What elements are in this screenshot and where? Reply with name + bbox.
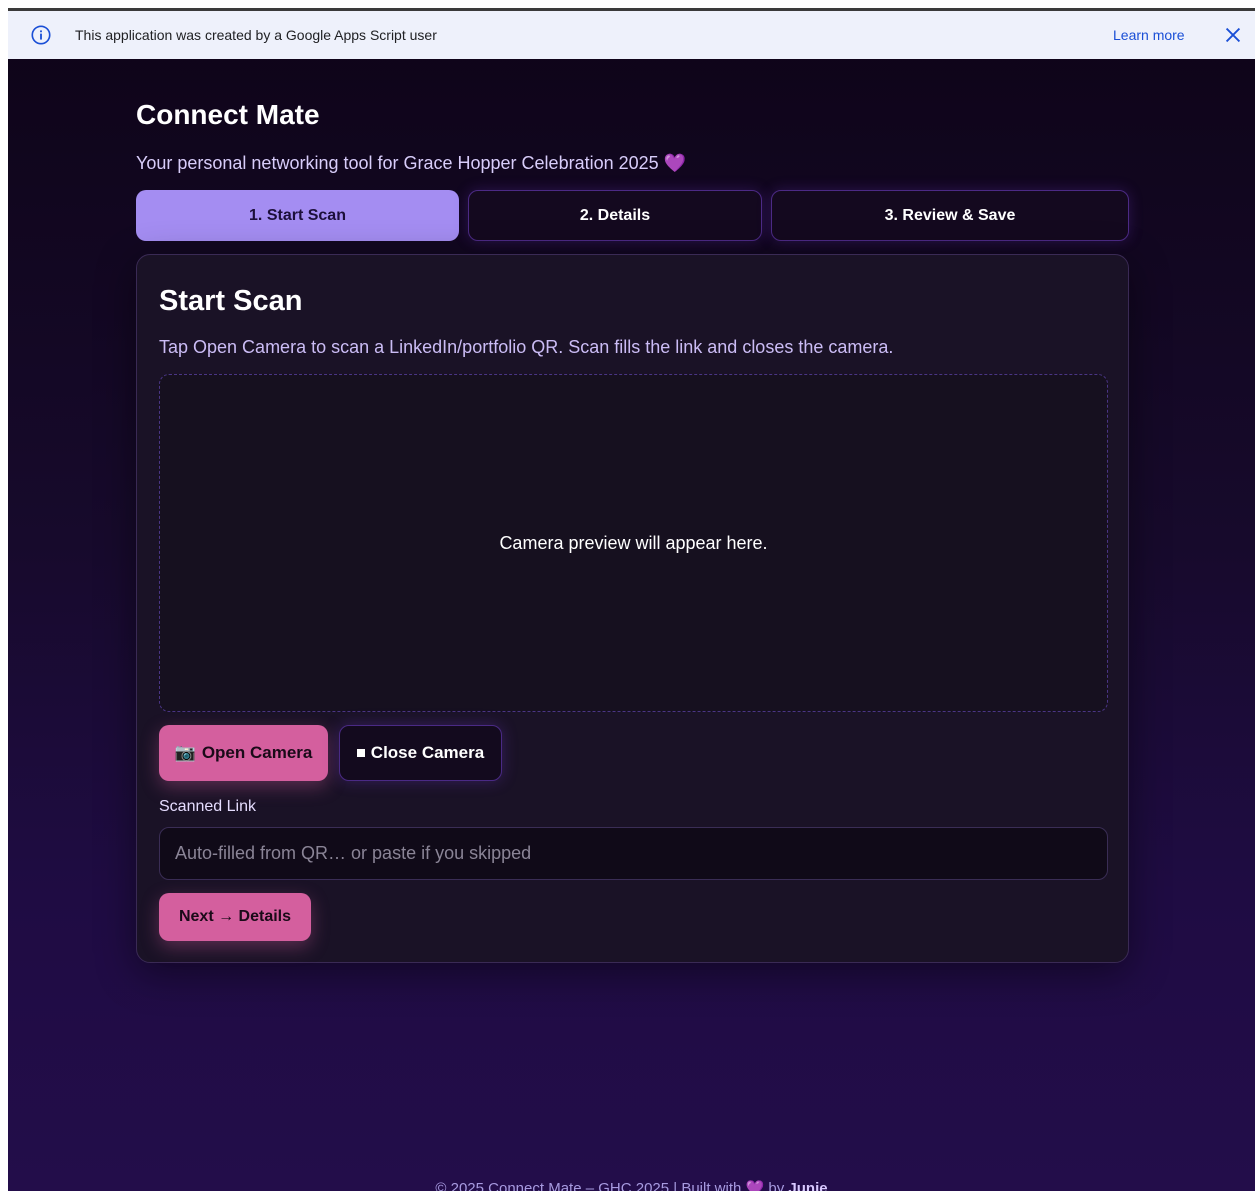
author-link[interactable]: Junie bbox=[788, 1180, 827, 1191]
close-camera-button[interactable]: Close Camera bbox=[339, 725, 502, 781]
scanned-link-input[interactable] bbox=[159, 827, 1108, 880]
app-subtitle: Your personal networking tool for Grace … bbox=[136, 153, 686, 174]
purple-heart-icon: 💜 bbox=[663, 153, 687, 173]
scanned-link-label: Scanned Link bbox=[159, 798, 256, 815]
footer-text: © 2025 Connect Mate – GHC 2025 | Built w… bbox=[435, 1180, 742, 1191]
card-description: Tap Open Camera to scan a LinkedIn/portf… bbox=[159, 337, 894, 357]
tab-start-scan[interactable]: 1. Start Scan bbox=[136, 190, 459, 241]
camera-preview-text: Camera preview will appear here. bbox=[499, 532, 768, 553]
tab-details[interactable]: 2. Details bbox=[468, 190, 762, 241]
camera-preview: Camera preview will appear here. bbox=[159, 374, 1108, 712]
stop-square-icon bbox=[356, 749, 365, 757]
purple-heart-icon: 💜 bbox=[745, 1180, 765, 1191]
info-icon bbox=[31, 25, 51, 45]
next-details-button[interactable]: Next → Details bbox=[159, 893, 311, 941]
footer: © 2025 Connect Mate – GHC 2025 | Built w… bbox=[8, 1179, 1255, 1191]
app-frame: This application was created by a Google… bbox=[8, 8, 1255, 1191]
tab-review-save[interactable]: 3. Review & Save bbox=[771, 190, 1129, 241]
learn-more-link[interactable]: Learn more bbox=[1113, 27, 1185, 43]
apps-script-banner: This application was created by a Google… bbox=[8, 11, 1255, 59]
subtitle-text: Your personal networking tool for Grace … bbox=[136, 153, 659, 173]
app-title: Connect Mate bbox=[136, 99, 320, 130]
open-camera-label: Open Camera bbox=[201, 743, 313, 762]
camera-icon: 📷 bbox=[174, 743, 196, 762]
close-icon[interactable] bbox=[1222, 24, 1244, 46]
banner-message: This application was created by a Google… bbox=[75, 27, 437, 43]
open-camera-button[interactable]: 📷 Open Camera bbox=[159, 725, 328, 781]
card-title: Start Scan bbox=[159, 285, 303, 317]
close-camera-label: Close Camera bbox=[370, 743, 485, 762]
step-tabs: 1. Start Scan 2. Details 3. Review & Sav… bbox=[136, 190, 1129, 241]
footer-by: by bbox=[768, 1180, 785, 1191]
start-scan-card: Start Scan Tap Open Camera to scan a Lin… bbox=[136, 254, 1129, 963]
